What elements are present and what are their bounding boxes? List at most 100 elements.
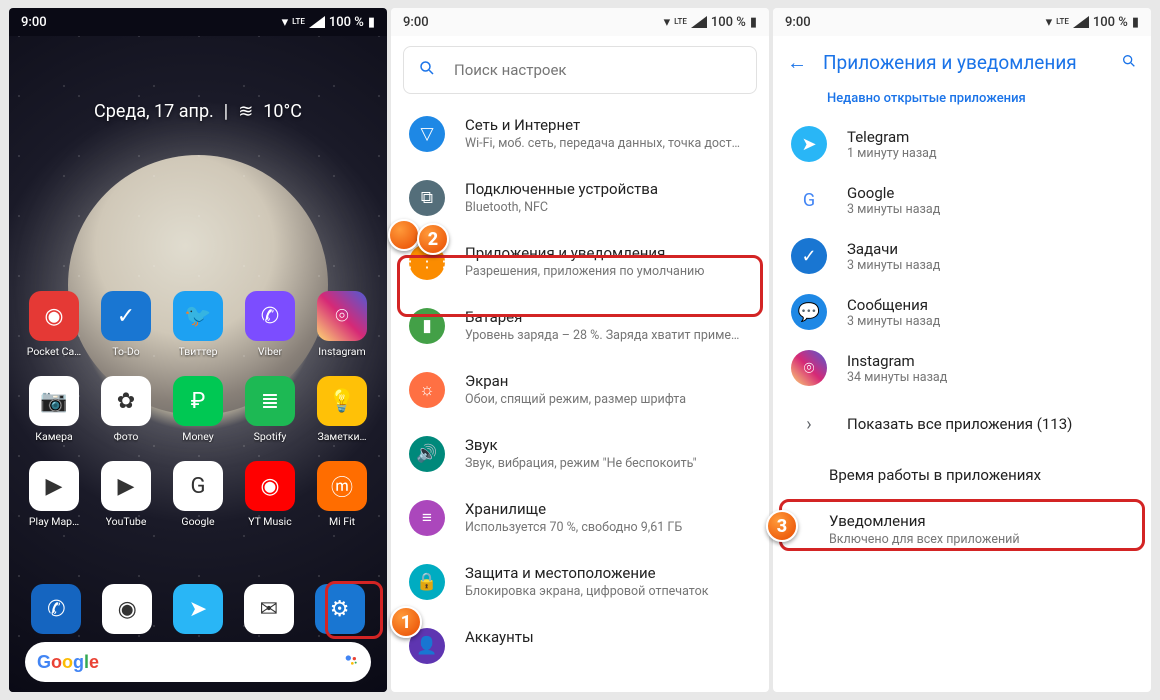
dock-settings[interactable]: ⚙ — [304, 584, 375, 634]
battery-icon: ▮ — [750, 15, 757, 30]
dock-phone[interactable]: ✆ — [21, 584, 92, 634]
app-google[interactable]: GGoogle — [165, 461, 231, 528]
settings-row-звук[interactable]: 🔊ЗвукЗвук, вибрация, режим "Не беспокоит… — [391, 422, 769, 486]
app-spotify[interactable]: ≣Spotify — [237, 376, 303, 443]
app-icon: ⓜ — [317, 461, 367, 511]
recent-app-задачи[interactable]: ✓Задачи3 минуты назад — [773, 228, 1151, 284]
clock: 9:00 — [21, 15, 47, 30]
home-screen[interactable]: Среда, 17 апр. | ≋ 10°C ◉Pocket Ca…✓To-D… — [9, 36, 387, 692]
recent-apps-list: ➤Telegram1 минуту назадGGoogle3 минуты н… — [773, 116, 1151, 396]
settings-search[interactable]: Поиск настроек — [403, 46, 757, 94]
app-icon: ✓ — [791, 238, 827, 274]
row-title: Подключенные устройства — [465, 180, 751, 198]
badge-1: 1 — [390, 606, 422, 638]
dock-gmail[interactable]: ✉ — [233, 584, 304, 634]
clock: 9:00 — [403, 15, 429, 30]
row-subtitle: Используется 70 %, свободно 9,61 ГБ — [465, 520, 751, 535]
signal-icon — [309, 16, 325, 28]
app-label: Камера — [35, 430, 72, 443]
app-фото[interactable]: ✿Фото — [93, 376, 159, 443]
show-all-apps-row[interactable]: › Показать все приложения (113) — [773, 396, 1151, 452]
app-money[interactable]: ₽ Money — [165, 376, 231, 443]
weather-icon: ≋ — [238, 101, 253, 122]
app-label: Фото — [114, 430, 139, 443]
battery-icon: ▮ — [1132, 15, 1139, 30]
app-icon: ✆ — [245, 291, 295, 341]
signal-icon — [691, 16, 707, 28]
network-label: LTE — [1056, 18, 1069, 26]
app-камера[interactable]: 📷 Камера — [21, 376, 87, 443]
settings-row-сеть-и-интернет[interactable]: ▽Сеть и ИнтернетWi-Fi, моб. сеть, переда… — [391, 102, 769, 166]
app-icon: 💬 — [791, 294, 827, 330]
row-title: Хранилище — [465, 500, 751, 518]
signal-icon — [1073, 16, 1089, 28]
app-icon: 🐦 — [173, 291, 223, 341]
date-text: Среда, 17 апр. — [94, 101, 214, 122]
settings-row-подключенные-устройства[interactable]: ⧉Подключенные устройстваBluetooth, NFC — [391, 166, 769, 230]
recent-app-сообщения[interactable]: 💬 Сообщения3 минуты назад — [773, 284, 1151, 340]
settings-row-аккаунты[interactable]: 👤Аккаунты — [391, 614, 769, 678]
app-label: Instagram — [318, 345, 365, 358]
settings-row-экран[interactable]: ☼ЭкранОбои, спящий режим, размер шрифта — [391, 358, 769, 422]
status-icons: ▾ LTE 100 % ▮ — [1046, 15, 1139, 30]
search-icon[interactable] — [1121, 53, 1137, 73]
app-time: 3 минуты назад — [847, 258, 940, 273]
recent-app-telegram[interactable]: ➤Telegram1 минуту назад — [773, 116, 1151, 172]
dock-chrome[interactable]: ◉ — [92, 584, 163, 634]
wifi-icon: ▾ — [664, 15, 671, 30]
assistant-icon[interactable] — [343, 652, 359, 672]
app-label: Money — [182, 430, 213, 443]
app-icon: 📷 — [29, 376, 79, 426]
app-yt-music[interactable]: ◉YT Music — [237, 461, 303, 528]
row-subtitle: Блокировка экрана, цифровой отпечаток — [465, 584, 751, 599]
app-time: 3 минуты назад — [847, 314, 940, 329]
recent-app-google[interactable]: GGoogle3 минуты назад — [773, 172, 1151, 228]
app-label: Mi Fit — [329, 515, 355, 528]
app-viber[interactable]: ✆Viber — [237, 291, 303, 358]
app-to-do[interactable]: ✓To-Do — [93, 291, 159, 358]
settings-row-защита-и-местоположение[interactable]: 🔒Защита и местоположениеБлокировка экран… — [391, 550, 769, 614]
row-icon: ⧉ — [409, 180, 445, 216]
app-icon: ≣ — [245, 376, 295, 426]
network-label: LTE — [674, 18, 687, 26]
weather-temp: 10°C — [263, 101, 302, 122]
settings-row-хранилище[interactable]: ≡ Хранилище Используется 70 %, свободно 9,… — [391, 486, 769, 550]
dock-telegram[interactable]: ➤ — [163, 584, 234, 634]
row-icon: 🔊 — [409, 436, 445, 472]
phone-3-apps-notifications: 9:00 ▾ LTE 100 % ▮ ← Приложения и уведом… — [773, 8, 1151, 692]
date-weather-widget[interactable]: Среда, 17 апр. | ≋ 10°C — [94, 101, 302, 122]
app-icon: ◉ — [102, 584, 152, 634]
recent-app-instagram[interactable]: ⌾Instagram34 минуты назад — [773, 340, 1151, 396]
app-youtube[interactable]: ▶YouTube — [93, 461, 159, 528]
app-icon: ₽ — [173, 376, 223, 426]
row-icon: ≡ — [409, 500, 445, 536]
app-заметки-[interactable]: 💡Заметки… — [309, 376, 375, 443]
back-icon[interactable]: ← — [787, 50, 807, 75]
notifications-row[interactable]: Уведомления Включено для всех приложений — [773, 498, 1151, 561]
app-play-мар-[interactable]: ▶Play Мар… — [21, 461, 87, 528]
app-pocket-ca-[interactable]: ◉Pocket Ca… — [21, 291, 87, 358]
search-placeholder: Поиск настроек — [454, 61, 567, 79]
recent-apps-header: Недавно открытые приложения — [773, 87, 1151, 116]
google-search-bar[interactable]: Google — [25, 642, 371, 682]
app-label: Play Мар… — [29, 515, 79, 528]
badge-2: 2 — [417, 223, 449, 255]
app-instagram[interactable]: ⌾Instagram — [309, 291, 375, 358]
app-time: 3 минуты назад — [847, 202, 940, 217]
badge-spacer-hack — [388, 219, 420, 251]
settings-list: ▽Сеть и ИнтернетWi-Fi, моб. сеть, переда… — [391, 102, 769, 692]
settings-row-батарея[interactable]: ▮БатареяУровень заряда – 28 %. Заряда хв… — [391, 294, 769, 358]
battery-icon: ▮ — [368, 15, 375, 30]
clock: 9:00 — [785, 15, 811, 30]
google-logo: Google — [37, 652, 99, 673]
app-label: Твиттер — [179, 345, 218, 358]
screen-time-row[interactable]: Время работы в приложениях — [773, 452, 1151, 498]
app-icon: ✆ — [31, 584, 81, 634]
row-title: Батарея — [465, 308, 751, 326]
app-mi-fit[interactable]: ⓜ Mi Fit — [309, 461, 375, 528]
row-title: Экран — [465, 372, 751, 390]
status-bar: 9:00 ▾ LTE 100 % ▮ — [9, 8, 387, 36]
app-name: Сообщения — [847, 296, 940, 314]
row-subtitle: Обои, спящий режим, размер шрифта — [465, 392, 751, 407]
app-твиттер[interactable]: 🐦 Твиттер — [165, 291, 231, 358]
